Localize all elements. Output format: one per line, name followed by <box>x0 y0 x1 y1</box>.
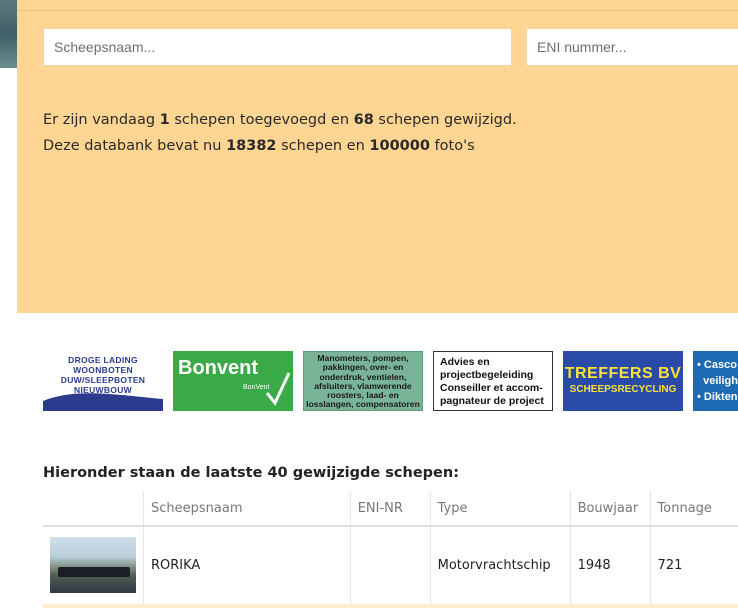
database-stats: Er zijn vandaag 1 schepen toegevoegd en … <box>43 107 517 159</box>
background-photo-edge <box>0 0 17 68</box>
checkmark-logo-icon <box>265 372 291 406</box>
sponsor-banner-treffers[interactable]: TREFFERS BV SCHEEPSRECYCLING <box>563 351 683 411</box>
ship-year-cell: 1948 <box>569 526 651 605</box>
banner-text: Manometers, pompen, pakkingen, over- en … <box>306 353 420 410</box>
stats-text: Deze databank bevat nu <box>43 138 227 154</box>
sponsor-banner-casco[interactable]: • Casco veiligh • Dikten <box>693 351 738 411</box>
banner-title: TREFFERS BV <box>564 365 682 382</box>
stats-text: schepen toegevoegd en <box>169 112 354 128</box>
column-header-type[interactable]: Type <box>429 491 571 527</box>
banner-text: Advies en projectbegeleiding Conseiller … <box>440 356 544 407</box>
column-header-eni[interactable]: ENI-NR <box>349 491 431 527</box>
table-row[interactable]: RORIKA Motorvrachtschip 1948 721 <box>43 526 738 605</box>
list-heading: Hieronder staan de laatste 40 gewijzigde… <box>43 465 460 481</box>
sponsor-banner-manometers[interactable]: Manometers, pompen, pakkingen, over- en … <box>303 351 423 411</box>
ship-photo-cell[interactable] <box>43 526 144 605</box>
banner-text: • Casco veiligh • Dikten <box>697 359 738 403</box>
sponsor-banner-bonvent[interactable]: Bonvent BonVent <box>173 351 293 411</box>
column-header-tonnage[interactable]: Tonnage <box>649 491 738 527</box>
banner-subtitle: SCHEEPSRECYCLING <box>569 384 677 395</box>
stats-text: schepen en <box>276 138 370 154</box>
added-count: 1 <box>159 112 170 128</box>
ship-name-cell[interactable]: RORIKA <box>143 526 351 605</box>
stats-today-line: Er zijn vandaag 1 schepen toegevoegd en … <box>43 107 517 133</box>
ship-eni-cell <box>349 526 431 605</box>
stats-text: Er zijn vandaag <box>43 112 160 128</box>
ship-thumbnail[interactable] <box>50 537 136 594</box>
column-header-photo <box>43 491 144 527</box>
wave-logo-icon <box>43 393 163 411</box>
ships-table: Scheepsnaam ENI-NR Type Bouwjaar Tonnage… <box>43 491 738 605</box>
ship-count: 18382 <box>226 138 277 154</box>
table-header-row: Scheepsnaam ENI-NR Type Bouwjaar Tonnage <box>43 491 738 527</box>
ship-name-search-input[interactable] <box>43 28 512 66</box>
changed-count: 68 <box>353 112 374 128</box>
stats-total-line: Deze databank bevat nu 18382 schepen en … <box>43 133 517 159</box>
panel-top-bar <box>17 0 738 11</box>
column-header-name[interactable]: Scheepsnaam <box>143 491 351 527</box>
sponsor-banner-shipyard[interactable]: DROGE LADING WOONBOTEN DUW/SLEEPBOTEN NI… <box>43 351 163 411</box>
next-table-row <box>43 604 738 608</box>
stats-text: schepen gewijzigd. <box>373 112 517 128</box>
ship-type-cell: Motorvrachtschip <box>429 526 571 605</box>
banner-title: Bonvent <box>178 357 258 379</box>
stats-text: foto's <box>429 138 475 154</box>
photo-count: 100000 <box>369 138 430 154</box>
ship-tonnage-cell: 721 <box>649 526 738 605</box>
sponsor-banner-advies[interactable]: Advies en projectbegeleiding Conseiller … <box>433 351 553 411</box>
eni-number-search-input[interactable] <box>526 28 738 66</box>
column-header-year[interactable]: Bouwjaar <box>569 491 651 527</box>
